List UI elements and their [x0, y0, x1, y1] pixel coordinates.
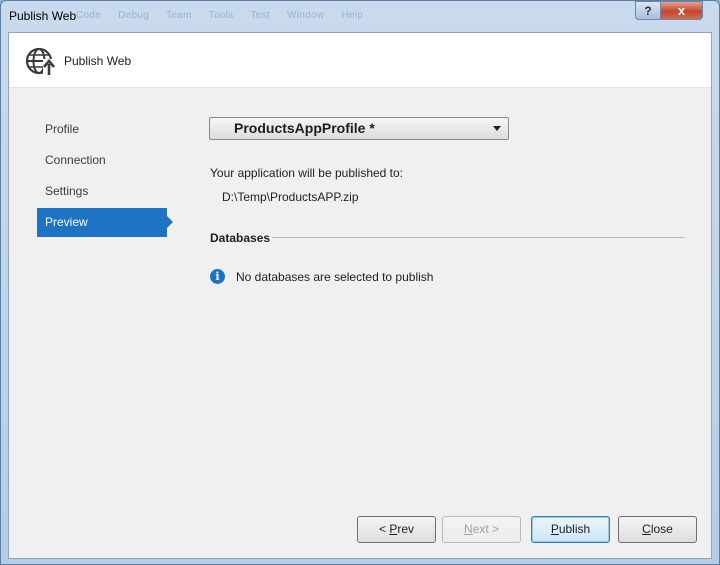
title-bar[interactable]: Publish Web Code Debug Team Tools Test W…	[1, 1, 719, 32]
close-button[interactable]: Close	[618, 516, 697, 543]
close-label-mnemonic: C	[642, 522, 651, 536]
window-close-button[interactable]: x	[660, 1, 703, 20]
next-button[interactable]: Next >	[442, 516, 521, 543]
ghost-menu-item: Help	[341, 10, 364, 21]
databases-heading: Databases	[210, 231, 271, 245]
globe-publish-icon	[25, 47, 56, 77]
chevron-down-icon	[493, 126, 501, 131]
window-title: Publish Web	[9, 9, 77, 23]
publish-label-post: ublish	[558, 522, 591, 536]
publish-target-label: Your application will be published to:	[210, 166, 404, 180]
ghost-menu-item: Window	[287, 10, 325, 21]
nav-item-connection[interactable]: Connection	[37, 146, 167, 175]
databases-divider	[272, 237, 684, 238]
nav-item-preview[interactable]: Preview	[37, 208, 173, 237]
prev-button[interactable]: < Prev	[357, 516, 436, 543]
next-label-mnemonic: N	[463, 522, 473, 536]
dialog-body: Publish Web Profile Connection Settings …	[8, 32, 712, 559]
ghost-menu-item: Debug	[118, 10, 150, 21]
no-databases-message: No databases are selected to publish	[236, 270, 434, 284]
publish-web-dialog: Publish Web Code Debug Team Tools Test W…	[0, 0, 720, 565]
info-icon: i	[210, 269, 225, 284]
dialog-header: Publish Web	[9, 33, 711, 88]
prev-label-pre: <	[378, 522, 390, 536]
close-label-post: lose	[650, 522, 673, 536]
ghost-menu-item: Tools	[208, 10, 234, 21]
next-label-post: ext >	[472, 522, 500, 536]
help-button[interactable]: ?	[635, 1, 661, 20]
nav-item-settings[interactable]: Settings	[37, 177, 167, 206]
background-menu-bar: Code Debug Team Tools Test Window Help	[76, 10, 377, 21]
ghost-menu-item: Test	[250, 10, 270, 21]
publish-label-mnemonic: P	[550, 522, 559, 536]
ghost-menu-item: Team	[166, 10, 192, 21]
header-title: Publish Web	[64, 54, 132, 68]
profile-dropdown-value: ProductsAppProfile *	[234, 120, 375, 136]
ghost-menu-item: Code	[76, 10, 102, 21]
profile-dropdown[interactable]: ProductsAppProfile *	[209, 117, 509, 140]
publish-button[interactable]: Publish	[531, 516, 610, 543]
prev-label-post: rev	[397, 522, 415, 536]
nav-item-profile[interactable]: Profile	[37, 115, 167, 144]
publish-target-path: D:\Temp\ProductsAPP.zip	[222, 190, 359, 204]
